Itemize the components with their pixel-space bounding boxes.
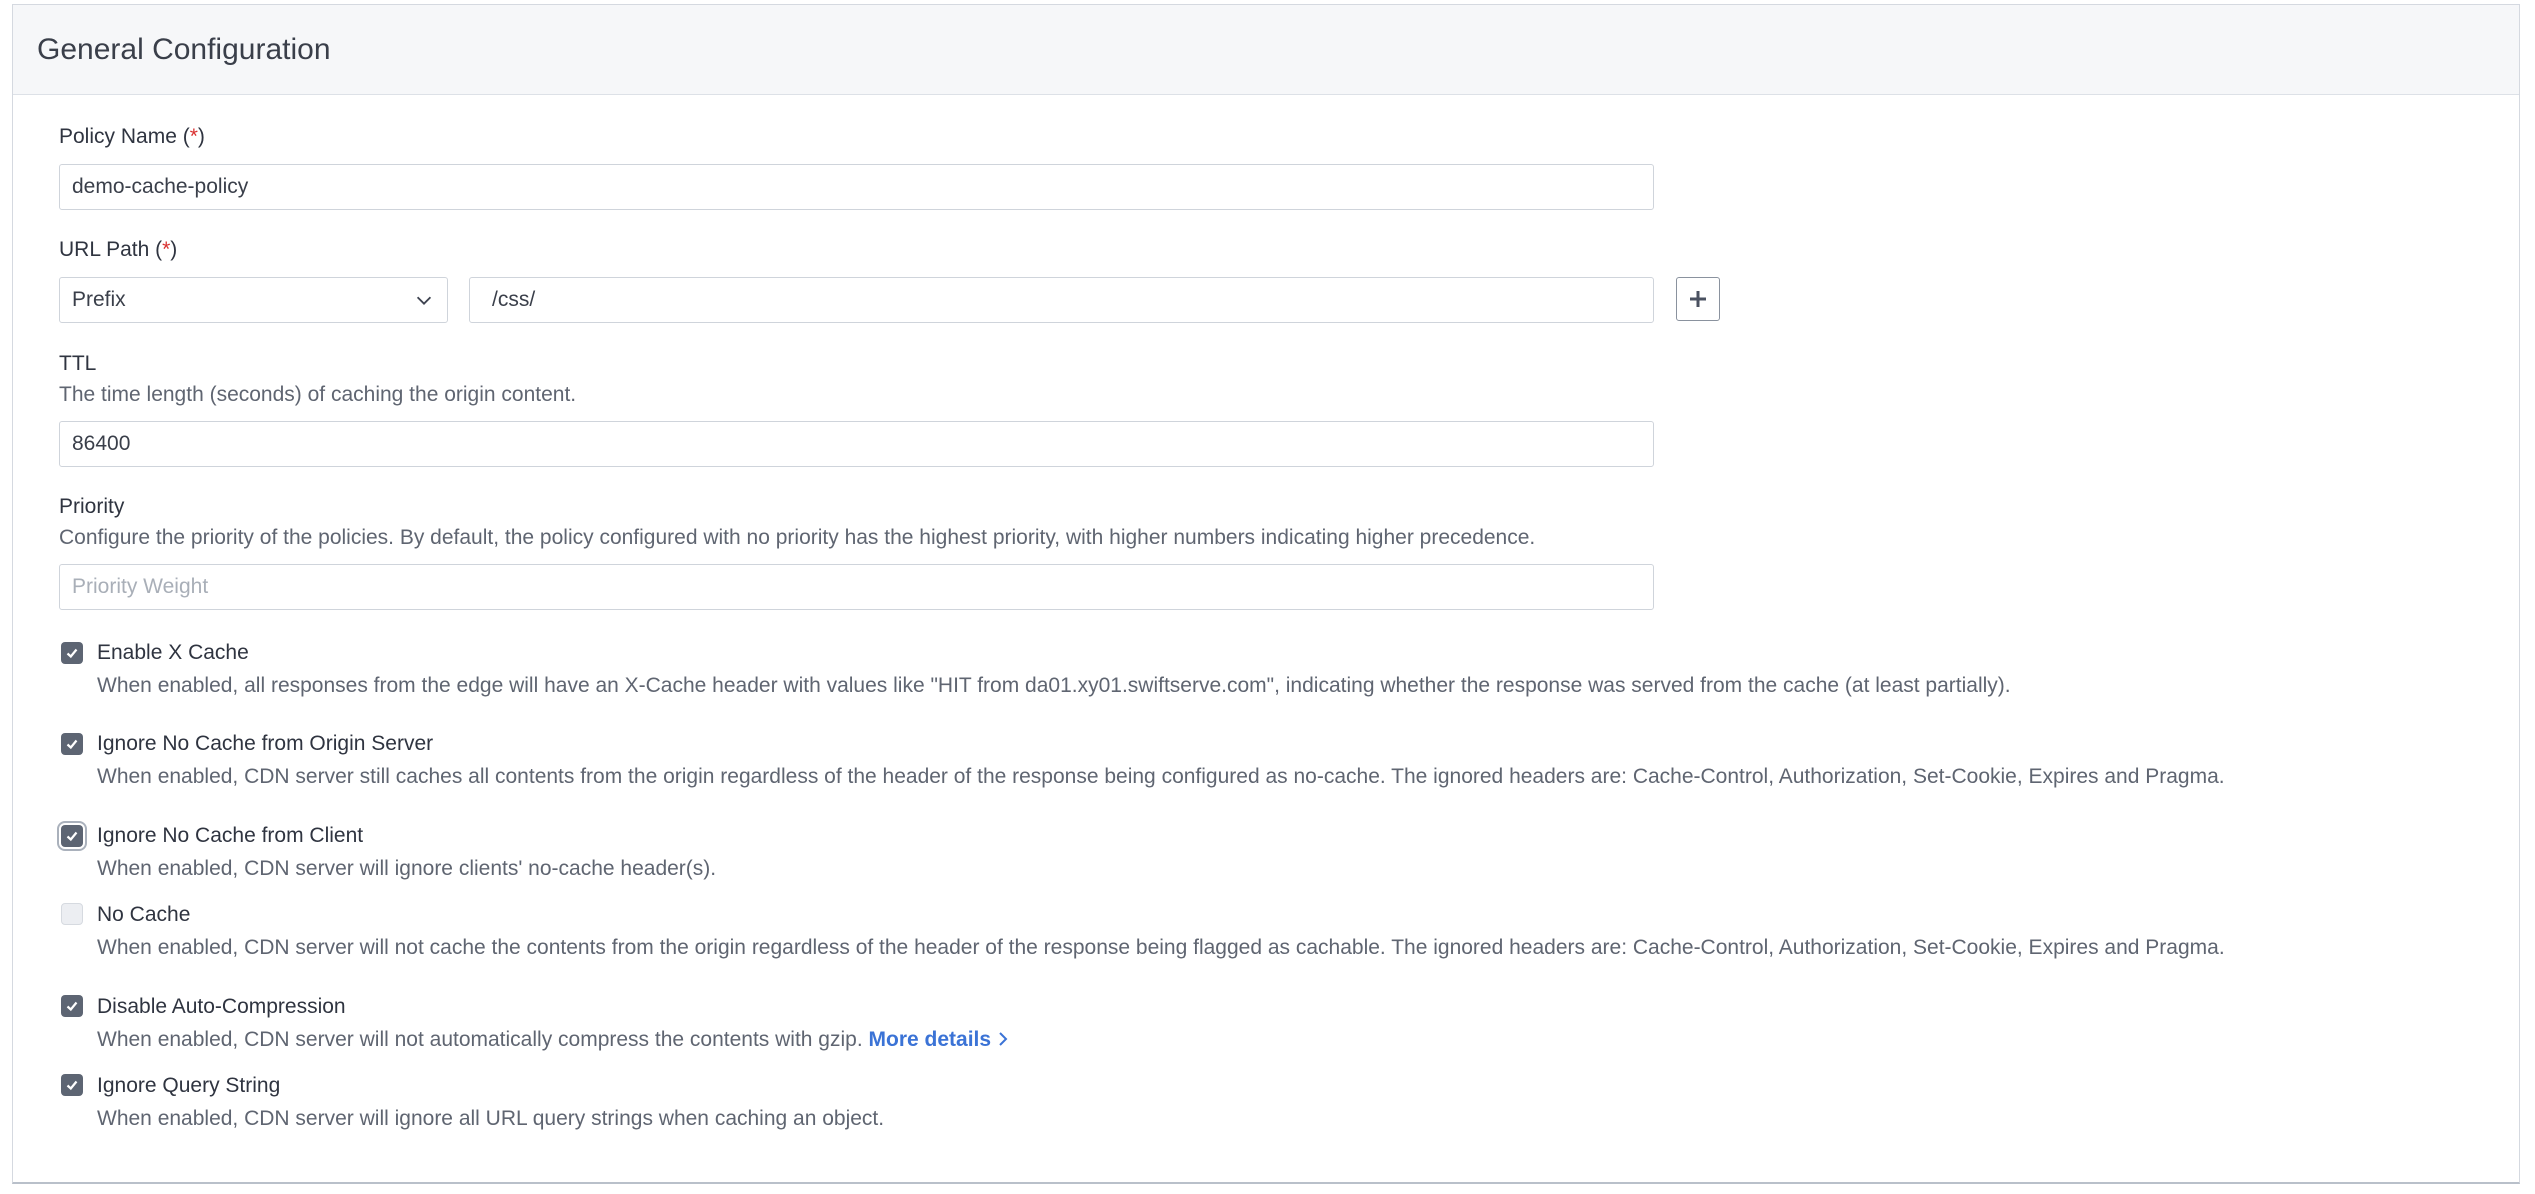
enable-x-cache-desc: When enabled, all responses from the edg… bbox=[97, 674, 2011, 697]
url-path-label-text: URL Path ( bbox=[59, 238, 163, 261]
ignore-query-string-checkbox[interactable] bbox=[61, 1074, 83, 1096]
required-marker: * bbox=[189, 125, 198, 148]
panel-title: General Configuration bbox=[37, 32, 331, 66]
ignore-no-cache-client-title: Ignore No Cache from Client bbox=[97, 824, 364, 847]
priority-help: Configure the priority of the policies. … bbox=[59, 526, 1536, 549]
priority-label: Priority bbox=[59, 495, 125, 518]
policy-name-label: Policy Name (*) bbox=[59, 125, 205, 149]
url-path-label-close: ) bbox=[170, 238, 178, 261]
policy-name-input[interactable]: demo-cache-policy bbox=[59, 164, 1654, 210]
ignore-no-cache-client-desc: When enabled, CDN server will ignore cli… bbox=[97, 857, 717, 880]
plus-icon bbox=[1690, 291, 1706, 307]
ignore-query-string-title: Ignore Query String bbox=[97, 1074, 281, 1097]
more-details-link-text: More details bbox=[868, 1028, 992, 1051]
enable-x-cache-title: Enable X Cache bbox=[97, 641, 249, 664]
ttl-input[interactable]: 86400 bbox=[59, 421, 1654, 467]
ignore-no-cache-client-checkbox[interactable] bbox=[61, 825, 83, 847]
check-icon bbox=[66, 831, 78, 842]
ttl-help: The time length (seconds) of caching the… bbox=[59, 383, 577, 406]
url-path-value: /css/ bbox=[492, 288, 536, 311]
check-icon bbox=[66, 1001, 78, 1012]
policy-name-label-close: ) bbox=[197, 125, 205, 148]
disable-auto-compression-title: Disable Auto-Compression bbox=[97, 995, 346, 1018]
ignore-no-cache-origin-desc: When enabled, CDN server still caches al… bbox=[97, 765, 2225, 788]
chevron-down-icon bbox=[416, 296, 432, 305]
check-icon bbox=[66, 648, 78, 659]
check-icon bbox=[66, 739, 78, 750]
add-url-path-button[interactable] bbox=[1676, 277, 1720, 321]
ignore-no-cache-origin-checkbox[interactable] bbox=[61, 733, 83, 755]
disable-auto-compression-checkbox[interactable] bbox=[61, 995, 83, 1017]
no-cache-checkbox[interactable] bbox=[61, 903, 83, 925]
disable-auto-compression-desc-row: When enabled, CDN server will not automa… bbox=[97, 1028, 1009, 1052]
ttl-value: 86400 bbox=[72, 432, 131, 455]
priority-weight-input[interactable]: Priority Weight bbox=[59, 564, 1654, 610]
chevron-right-icon bbox=[999, 1032, 1008, 1046]
no-cache-title: No Cache bbox=[97, 903, 191, 926]
panel-header: General Configuration bbox=[13, 5, 2519, 95]
policy-name-value: demo-cache-policy bbox=[72, 175, 249, 198]
ttl-label: TTL bbox=[59, 352, 97, 375]
check-icon bbox=[66, 1080, 78, 1091]
priority-weight-placeholder: Priority Weight bbox=[72, 575, 209, 598]
enable-x-cache-checkbox[interactable] bbox=[61, 642, 83, 664]
policy-name-label-text: Policy Name ( bbox=[59, 125, 190, 148]
no-cache-desc: When enabled, CDN server will not cache … bbox=[97, 936, 2225, 959]
ignore-query-string-desc: When enabled, CDN server will ignore all… bbox=[97, 1107, 885, 1130]
more-details-link[interactable]: More details bbox=[869, 1028, 1009, 1051]
url-path-match-select[interactable]: Prefix bbox=[59, 277, 448, 323]
disable-auto-compression-desc: When enabled, CDN server will not automa… bbox=[97, 1028, 863, 1051]
url-path-match-value: Prefix bbox=[72, 288, 126, 311]
ignore-no-cache-origin-title: Ignore No Cache from Origin Server bbox=[97, 732, 434, 755]
url-path-input[interactable]: /css/ bbox=[469, 277, 1654, 323]
url-path-label: URL Path (*) bbox=[59, 238, 177, 262]
